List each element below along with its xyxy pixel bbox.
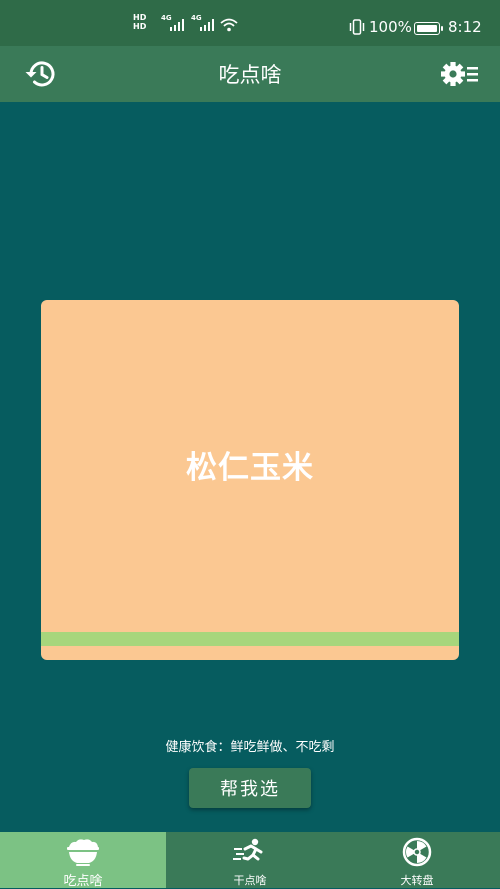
nav-label-eat: 吃点啥 (63, 874, 103, 889)
card-accent-band (41, 632, 459, 646)
status-bar: HD HD 4G 4G 100% 8:12 (0, 0, 500, 46)
wheel-icon (402, 837, 432, 867)
pick-for-me-button[interactable]: 帮我选 (189, 768, 311, 808)
app-bar: 吃点啥 (0, 46, 500, 102)
settings-icon (441, 62, 478, 86)
battery-percent: 100% (369, 18, 412, 36)
signal-icon (170, 19, 184, 31)
clock: 8:12 (448, 18, 482, 36)
running-icon (233, 838, 263, 861)
settings-button[interactable] (440, 58, 480, 90)
food-card[interactable]: 松仁玉米 (41, 300, 459, 660)
health-tip: 健康饮食：鲜吃鲜做、不吃剩 (165, 740, 335, 755)
food-name: 松仁玉米 (186, 450, 314, 486)
nav-label-do: 干点啥 (233, 874, 267, 887)
vibrate-icon (349, 19, 365, 35)
page-title: 吃点啥 (218, 63, 282, 87)
nav-label-wheel: 大转盘 (400, 874, 434, 887)
signal-icon-2 (200, 19, 214, 31)
hd-indicator: HD HD (133, 13, 146, 31)
rice-bowl-icon (67, 839, 99, 866)
bottom-nav: 吃点啥 干点啥 大转盘 (0, 832, 500, 889)
hd-label-1: HD (133, 13, 147, 22)
nav-item-wheel[interactable]: 大转盘 (334, 832, 500, 888)
nav-item-do[interactable]: 干点啥 (167, 832, 333, 888)
wifi-icon (220, 18, 238, 32)
battery-icon (414, 22, 443, 35)
nav-item-eat[interactable]: 吃点啥 (0, 832, 166, 889)
hd-label-2: HD (133, 22, 147, 31)
